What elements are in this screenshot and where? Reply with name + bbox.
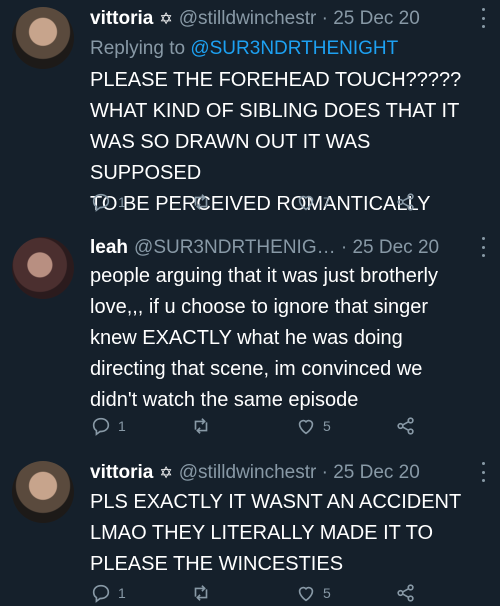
reply-count: 1 xyxy=(118,194,126,210)
reply-icon xyxy=(92,417,110,436)
author-handle-date[interactable]: @stilldwinchestr · 25 Dec 20 xyxy=(179,8,420,30)
reply-icon xyxy=(92,584,110,603)
tweet-line: PLS EXACTLY IT WASNT AN ACCIDENT xyxy=(90,491,462,513)
author-name[interactable]: vittoria xyxy=(90,462,153,484)
like-button[interactable]: 5 xyxy=(295,582,331,604)
author-handle-date[interactable]: @SUR3NDRTHENIG… · 25 Dec 20 xyxy=(134,237,439,259)
avatar[interactable] xyxy=(12,461,74,523)
reply-count: 1 xyxy=(118,418,126,434)
tweet-line: knew EXACTLY what he was doing xyxy=(90,327,403,349)
tweet-actions: 1 5 xyxy=(90,582,430,606)
share-icon xyxy=(397,417,414,435)
tweet-actions: 1 5 xyxy=(90,415,430,439)
retweet-button[interactable] xyxy=(190,415,218,437)
avatar[interactable] xyxy=(12,7,74,69)
retweet-icon xyxy=(194,585,208,601)
tweet-line: directing that scene, im convinced we xyxy=(90,358,423,380)
pentagram-badge: ✡ xyxy=(159,11,173,28)
more-icon[interactable] xyxy=(480,237,486,257)
tweet-line: WAS SO DRAWN OUT IT WAS SUPPOSED xyxy=(90,131,371,184)
replying-handle-link[interactable]: @SUR3NDRTHENIGHT xyxy=(190,38,398,59)
tweet-text: people arguing that it was just brotherl… xyxy=(90,261,486,416)
like-icon xyxy=(298,195,314,211)
share-button[interactable] xyxy=(395,415,417,437)
share-icon xyxy=(397,584,414,602)
like-icon xyxy=(298,586,314,602)
author-handle-date[interactable]: @stilldwinchestr · 25 Dec 20 xyxy=(179,462,420,484)
share-button[interactable] xyxy=(395,191,417,213)
replying-to: Replying to @SUR3NDRTHENIGHT xyxy=(90,38,398,60)
tweet-line: WHAT KIND OF SIBLING DOES THAT IT xyxy=(90,100,460,122)
like-button[interactable]: 5 xyxy=(295,415,331,437)
tweet-thread: vittoria ✡ @stilldwinchestr · 25 Dec 20 … xyxy=(0,0,500,606)
share-icon xyxy=(397,193,414,211)
like-icon xyxy=(298,419,314,435)
retweet-icon xyxy=(194,194,208,210)
tweet[interactable]: vittoria ✡ @stilldwinchestr · 25 Dec 20 … xyxy=(0,445,500,606)
tweet-line: love,,, if u choose to ignore that singe… xyxy=(90,296,428,318)
more-icon[interactable] xyxy=(480,8,486,28)
tweet-actions: 1 7 xyxy=(90,191,430,215)
author-name[interactable]: leah xyxy=(90,237,128,259)
tweet-line: LMAO THEY LITERALLY MADE IT TO xyxy=(90,522,434,544)
reply-icon xyxy=(92,193,110,212)
share-button[interactable] xyxy=(395,582,417,604)
reply-button[interactable]: 1 xyxy=(90,582,126,604)
like-button[interactable]: 7 xyxy=(295,191,331,213)
reply-button[interactable]: 1 xyxy=(90,415,126,437)
reply-count: 1 xyxy=(118,585,126,601)
tweet[interactable]: vittoria ✡ @stilldwinchestr · 25 Dec 20 … xyxy=(0,0,500,225)
tweet[interactable]: leah @SUR3NDRTHENIG… · 25 Dec 20 people … xyxy=(0,225,500,445)
author-name[interactable]: vittoria xyxy=(90,8,153,30)
pentagram-badge: ✡ xyxy=(159,465,173,482)
avatar[interactable] xyxy=(12,237,74,299)
tweet-line: PLEASE THE FOREHEAD TOUCH????? xyxy=(90,69,462,91)
like-count: 5 xyxy=(323,418,331,434)
tweet-line: didn't watch the same episode xyxy=(90,389,359,411)
reply-button[interactable]: 1 xyxy=(90,191,126,213)
tweet-line: PLEASE THE WINCESTIES xyxy=(90,553,344,575)
tweet-text: PLS EXACTLY IT WASNT AN ACCIDENT LMAO TH… xyxy=(90,487,486,580)
more-icon[interactable] xyxy=(480,462,486,482)
retweet-button[interactable] xyxy=(190,191,218,213)
like-count: 7 xyxy=(323,194,331,210)
retweet-icon xyxy=(194,418,208,434)
like-count: 5 xyxy=(323,585,331,601)
replying-prefix: Replying to xyxy=(90,38,191,59)
retweet-button[interactable] xyxy=(190,582,218,604)
tweet-line: people arguing that it was just brotherl… xyxy=(90,265,438,287)
